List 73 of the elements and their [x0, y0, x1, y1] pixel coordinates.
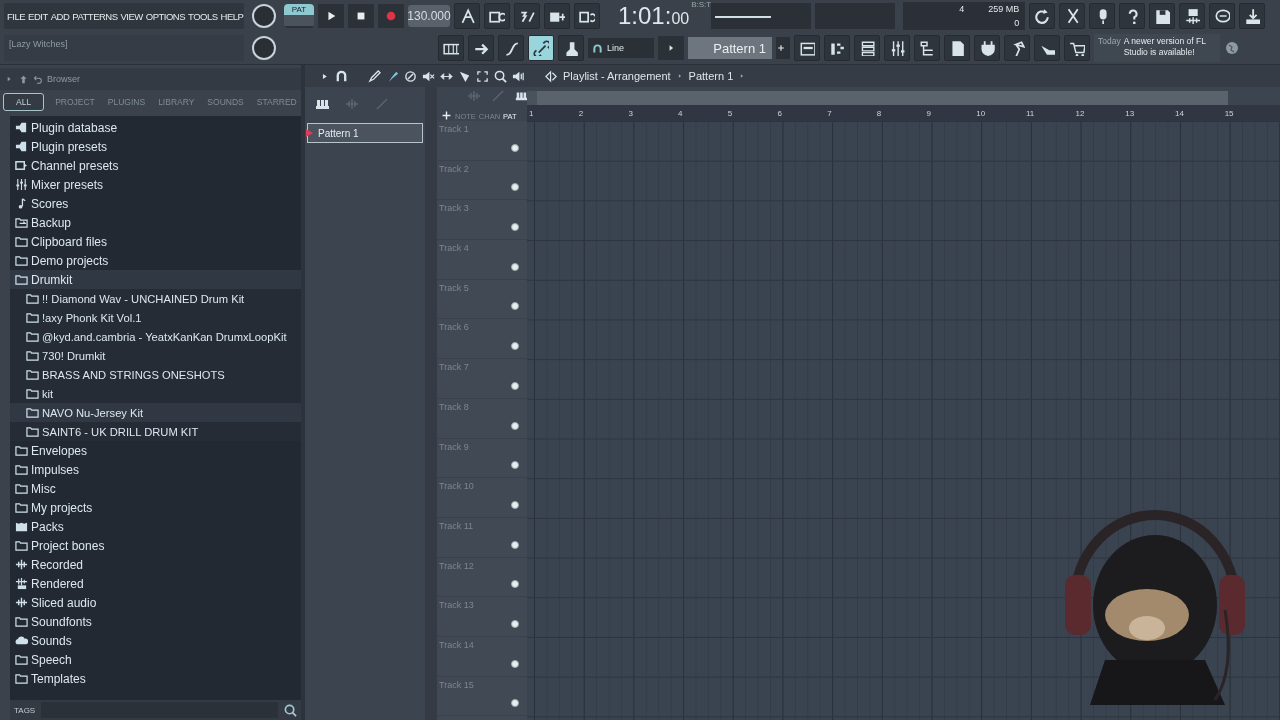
track-name: Track 12 — [439, 560, 474, 571]
browser-item[interactable]: Scores — [10, 194, 301, 213]
bar-number: 2 — [577, 108, 585, 118]
pattern-song-switch[interactable]: PAT — [284, 4, 314, 28]
menu-item[interactable]: EDIT — [28, 10, 48, 22]
browser-item[interactable]: Envelopes — [10, 441, 301, 460]
browser-tab[interactable]: ALL — [3, 93, 45, 111]
browser-item[interactable]: Speech — [10, 650, 301, 669]
browser-item[interactable]: Drumkit — [10, 270, 301, 289]
browser-item[interactable]: Sounds — [10, 631, 301, 650]
track-name: Track 1 — [439, 124, 469, 134]
track-name: Track 13 — [439, 600, 474, 611]
browser-item[interactable]: Demo projects — [10, 251, 301, 270]
menu-item[interactable]: ADD — [50, 10, 70, 22]
pattern-selector[interactable]: Pattern 1 — [688, 37, 772, 59]
news-date: Today — [1098, 36, 1121, 48]
bar-number: 12 — [1074, 108, 1086, 118]
bar-number: 9 — [925, 108, 932, 118]
browser-item[interactable]: Channel presets — [10, 156, 301, 175]
track-name: Track 14 — [439, 639, 474, 650]
browser-item[interactable]: Backup — [10, 213, 301, 232]
tags-label: TAGS — [14, 705, 36, 715]
breadcrumb-pattern[interactable]: Pattern 1 — [688, 70, 734, 82]
browser-item[interactable]: Packs — [10, 517, 301, 536]
snap-dropdown[interactable]: Line — [588, 38, 654, 58]
browser-item[interactable]: Templates — [10, 669, 301, 688]
browser-title: Browser — [47, 74, 80, 84]
browser-item[interactable]: NAVO Nu-Jersey Kit — [10, 403, 301, 422]
bar-number: 14 — [1173, 108, 1185, 118]
bar-number: 1 — [528, 108, 535, 118]
browser-item[interactable]: My projects — [10, 498, 301, 517]
browser-item[interactable]: Rendered — [10, 574, 301, 593]
menu-item[interactable]: VIEW — [120, 10, 143, 22]
pattern-item[interactable]: Pattern 1 — [307, 123, 423, 143]
playlist-title: Playlist - Arrangement — [563, 70, 671, 82]
browser-item[interactable]: Soundfonts — [10, 612, 301, 631]
bar-number: 6 — [776, 108, 783, 118]
browser-item[interactable]: Mixer presets — [10, 175, 301, 194]
browser-item[interactable]: Project bones — [10, 536, 301, 555]
bar-number: 5 — [726, 108, 734, 118]
bar-number: 11 — [1024, 108, 1036, 118]
menu-item[interactable]: TOOLS — [188, 10, 218, 22]
browser-item[interactable]: Plugin database — [10, 118, 301, 137]
cpu-value: 4 — [958, 4, 965, 14]
menu-item[interactable]: FILE — [7, 10, 26, 22]
news-text[interactable]: A newer version of FL Studio is available! — [1123, 36, 1216, 60]
bar-number: 7 — [826, 108, 833, 118]
browser-item[interactable]: Misc — [10, 479, 301, 498]
bar-number: 15 — [1223, 108, 1235, 118]
menu-item[interactable]: PATTERNS — [72, 10, 118, 22]
timeline-ruler[interactable]: 1 2 3 4 5 6 7 8 9 10 11 12 13 14 15 — [527, 105, 1280, 121]
memory-value: 259 MB — [987, 4, 1020, 14]
browser-item[interactable]: Sliced audio — [10, 593, 301, 612]
track-name: Track 10 — [439, 481, 474, 492]
track-name: Track 15 — [439, 679, 474, 690]
time-format-label: B:S:T — [691, 0, 712, 9]
browser-item[interactable]: Impulses — [10, 460, 301, 479]
bar-number: 3 — [627, 108, 634, 118]
track-name: Track 11 — [439, 520, 473, 531]
track-name: Track 5 — [439, 282, 469, 293]
bar-number: 13 — [1124, 108, 1136, 118]
bar-number: 4 — [677, 108, 684, 118]
browser-item[interactable]: Clipboard files — [10, 232, 301, 251]
browser-item[interactable]: Recorded — [10, 555, 301, 574]
project-title: [Lazy Witches] — [9, 39, 68, 49]
bar-number: 8 — [875, 108, 883, 118]
browser-item[interactable]: Plugin presets — [10, 137, 301, 156]
menu-item[interactable]: OPTIONS — [145, 10, 186, 22]
track-name: Track 9 — [439, 441, 469, 452]
menu-item[interactable]: HELP — [220, 10, 244, 22]
voices-value: 0 — [1013, 18, 1020, 28]
tempo-display[interactable]: 130.000 — [408, 5, 450, 27]
bar-number: 10 — [975, 108, 987, 118]
